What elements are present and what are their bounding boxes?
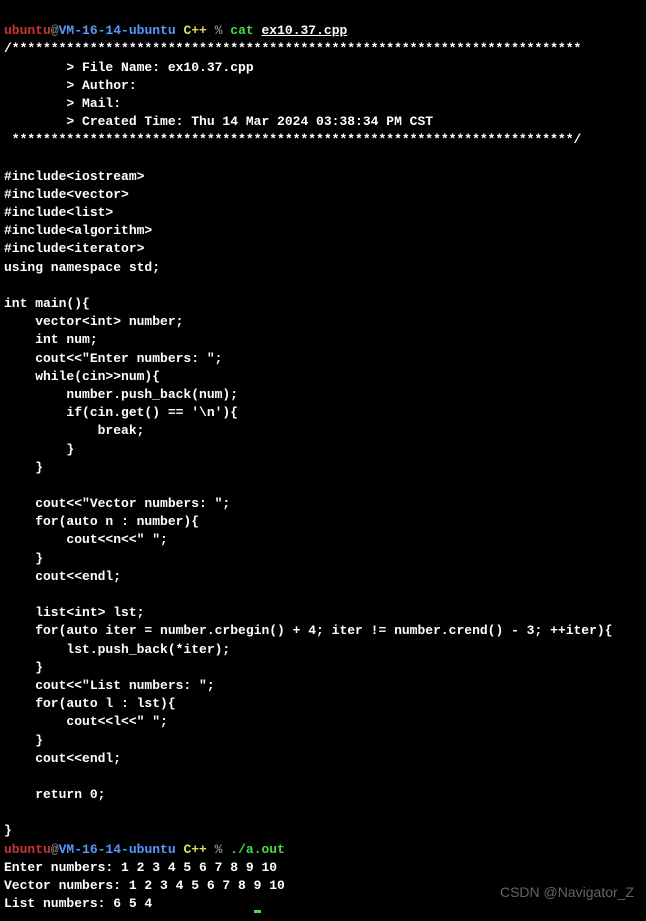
source-if: if(cin.get() == '\n'){ (4, 405, 238, 420)
source-close-main: } (4, 823, 12, 838)
source-author-line: > Author: (4, 78, 144, 93)
command-cat: cat (222, 23, 261, 38)
prompt-host-2: VM-16-14-ubuntu (59, 842, 176, 857)
source-enter-prompt: cout<<"Enter numbers: "; (4, 351, 222, 366)
source-vec-decl: vector<int> number; (4, 314, 183, 329)
prompt-dir: C++ (176, 23, 207, 38)
prompt-percent-2: % (207, 842, 223, 857)
source-close-while: } (4, 460, 43, 475)
prompt-line-2: ubuntu@VM-16-14-ubuntu C++ % ./a.out (4, 842, 285, 857)
source-mail-line: > Mail: (4, 96, 129, 111)
source-close-for-l: } (4, 733, 43, 748)
source-close-if: } (4, 442, 74, 457)
source-close-for-iter: } (4, 660, 43, 675)
cursor-icon (254, 910, 261, 913)
source-time-line: > Created Time: Thu 14 Mar 2024 03:38:34… (4, 114, 433, 129)
prompt-host: VM-16-14-ubuntu (59, 23, 176, 38)
run-list: List numbers: 6 5 4 (4, 896, 160, 911)
source-header-top: /***************************************… (4, 41, 581, 56)
source-include-vector: #include<vector> (4, 187, 129, 202)
source-cout-l: cout<<l<<" "; (4, 714, 168, 729)
source-for-n: for(auto n : number){ (4, 514, 199, 529)
source-include-iterator: #include<iterator> (4, 241, 144, 256)
prompt-line-1: ubuntu@VM-16-14-ubuntu C++ % cat ex10.37… (4, 23, 347, 38)
source-break: break; (4, 423, 144, 438)
watermark-text: CSDN @Navigator_Z (500, 883, 634, 903)
source-lst-push: lst.push_back(*iter); (4, 642, 230, 657)
run-enter: Enter numbers: 1 2 3 4 5 6 7 8 9 10 (4, 860, 277, 875)
prompt-at: @ (51, 23, 59, 38)
prompt-user-2: ubuntu (4, 842, 51, 857)
source-for-iter: for(auto iter = number.crbegin() + 4; it… (4, 623, 613, 638)
command-run: ./a.out (222, 842, 284, 857)
source-file-line: > File Name: ex10.37.cpp (4, 60, 254, 75)
source-for-l: for(auto l : lst){ (4, 696, 176, 711)
source-return: return 0; (4, 787, 105, 802)
source-include-list: #include<list> (4, 205, 113, 220)
source-header-bot: ****************************************… (4, 132, 581, 147)
terminal-output[interactable]: ubuntu@VM-16-14-ubuntu C++ % cat ex10.37… (4, 4, 642, 913)
source-main-sig: int main(){ (4, 296, 90, 311)
source-using: using namespace std; (4, 260, 160, 275)
prompt-dir-2: C++ (176, 842, 207, 857)
source-push: number.push_back(num); (4, 387, 238, 402)
source-close-for-n: } (4, 551, 43, 566)
source-list-decl: list<int> lst; (4, 605, 144, 620)
source-vec-cout: cout<<"Vector numbers: "; (4, 496, 230, 511)
source-endl1: cout<<endl; (4, 569, 121, 584)
source-list-cout: cout<<"List numbers: "; (4, 678, 215, 693)
source-num-decl: int num; (4, 332, 98, 347)
prompt-at-2: @ (51, 842, 59, 857)
run-vector: Vector numbers: 1 2 3 4 5 6 7 8 9 10 (4, 878, 293, 893)
prompt-percent: % (207, 23, 223, 38)
source-include-iostream: #include<iostream> (4, 169, 144, 184)
source-endl2: cout<<endl; (4, 751, 121, 766)
source-cout-n: cout<<n<<" "; (4, 532, 168, 547)
command-filename: ex10.37.cpp (262, 23, 348, 38)
source-while: while(cin>>num){ (4, 369, 160, 384)
source-include-algorithm: #include<algorithm> (4, 223, 152, 238)
prompt-user: ubuntu (4, 23, 51, 38)
